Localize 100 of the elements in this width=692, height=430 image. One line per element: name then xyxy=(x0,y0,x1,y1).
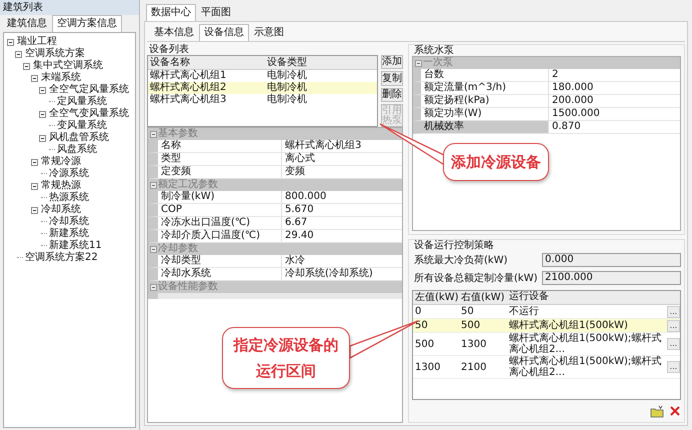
ellipsis-button[interactable]: ... xyxy=(667,320,680,332)
tab[interactable]: 基本信息 xyxy=(149,24,199,41)
property-value[interactable]: 29.40 xyxy=(282,230,402,242)
property-name: 冷却类型 xyxy=(158,255,282,267)
column-header[interactable]: 设备类型 xyxy=(265,56,377,69)
tree-item[interactable]: 瑞业工程 xyxy=(17,36,57,48)
tree-item[interactable]: 冷却系统 xyxy=(41,204,81,216)
collapse-icon[interactable] xyxy=(31,182,39,190)
property-name: 定变频 xyxy=(158,166,282,178)
property-name: COP xyxy=(158,204,282,216)
tree-item[interactable]: 新建系统11 xyxy=(49,240,102,252)
property-name: 类型 xyxy=(158,153,282,165)
tree-item[interactable]: 变风量系统 xyxy=(57,120,107,132)
table-row[interactable]: 螺杆式离心机组1 电制冷机 xyxy=(148,70,377,82)
property-name[interactable]: 额定功率(W) xyxy=(421,108,549,120)
collapse-icon[interactable] xyxy=(39,86,47,94)
action-button[interactable]: 添加 xyxy=(381,55,403,70)
collapse-icon[interactable] xyxy=(7,38,15,46)
property-value[interactable]: 离心式 xyxy=(282,153,402,165)
ellipsis-button[interactable]: ... xyxy=(667,361,680,373)
collapse-icon[interactable] xyxy=(39,110,47,118)
column-header[interactable]: 运行设备 xyxy=(507,291,680,304)
tree-item[interactable]: 全空气变风量系统 xyxy=(49,108,129,120)
action-button[interactable]: 复制 xyxy=(381,71,403,86)
tree-item[interactable]: 冷源系统 xyxy=(49,168,89,180)
property-value[interactable]: 5.670 xyxy=(282,204,402,216)
group-title: 设备运行控制策略 xyxy=(413,240,495,251)
property-name[interactable]: 机械效率 xyxy=(421,121,549,133)
delete-icon[interactable] xyxy=(669,405,681,417)
table-cell-text: 螺杆式离心机组2 xyxy=(149,82,228,94)
field-label: 所有设备总额定制冷量(kW) xyxy=(413,272,538,285)
tree-item[interactable]: 集中式空调系统 xyxy=(33,60,103,72)
column-header[interactable]: 左值(kW) xyxy=(413,291,459,304)
tree-item[interactable]: 空调系统方案 xyxy=(25,48,85,60)
property-name: 制冷量(kW) xyxy=(158,191,282,203)
property-value[interactable]: 2 xyxy=(549,69,680,81)
property-value[interactable]: 180.000 xyxy=(549,82,680,94)
property-value[interactable]: 1500.000 xyxy=(549,108,680,120)
property-name: 冷却水系统 xyxy=(158,268,282,280)
tree-item[interactable]: 热源系统 xyxy=(49,192,89,204)
property-value[interactable]: 变频 xyxy=(282,166,402,178)
property-value[interactable]: 冷却系统(冷却系统) xyxy=(282,268,402,280)
table-cell-text: 不运行 xyxy=(508,306,540,317)
table-cell-text: 螺杆式离心机组1(500kW);螺杆式离心机组2... xyxy=(508,333,662,355)
collapse-icon[interactable] xyxy=(31,206,39,214)
folder-icon[interactable] xyxy=(650,405,664,418)
table-cell-text: 电制冷机 xyxy=(266,70,308,82)
tree-item[interactable]: 风盘系统 xyxy=(57,144,97,156)
property-value[interactable]: 0.870 xyxy=(549,121,680,133)
table-cell-text: 500 xyxy=(460,319,482,332)
tab[interactable]: 建筑信息 xyxy=(2,15,52,32)
tab[interactable]: 空调方案信息 xyxy=(52,15,122,32)
tree-item[interactable]: 空调系统方案22 xyxy=(25,252,98,264)
input-field[interactable]: 2100.000 xyxy=(542,271,681,285)
ellipsis-button[interactable]: ... xyxy=(667,338,680,350)
property-name[interactable]: 额定扬程(kPa) xyxy=(421,95,549,107)
table-cell-text: 螺杆式离心机组1(500kW);螺杆式离心机组2... xyxy=(508,356,662,378)
property-name[interactable]: 额定流量(m^3/h) xyxy=(421,82,549,94)
property-name: 冷却介质入口温度(℃) xyxy=(158,230,282,242)
ellipsis-button[interactable]: ... xyxy=(667,306,680,318)
tree-item[interactable]: 全空气定风量系统 xyxy=(49,84,129,96)
tab[interactable]: 设备信息 xyxy=(199,24,249,41)
tab[interactable]: 平面图 xyxy=(196,4,236,21)
property-name: 冷冻水出口温度(℃) xyxy=(158,217,282,229)
property-name[interactable]: 台数 xyxy=(421,69,549,81)
collapse-icon[interactable] xyxy=(31,74,39,82)
field-label: 系统最大冷负荷(kW) xyxy=(413,254,508,267)
collapse-icon[interactable] xyxy=(23,62,31,70)
tree-item[interactable]: 末端系统 xyxy=(41,72,81,84)
collapse-icon[interactable] xyxy=(31,158,39,166)
group-header: 基本参数 xyxy=(158,128,198,140)
group-title: 系统水泵 xyxy=(413,45,455,56)
callout: 添加冷源设备 xyxy=(443,143,549,181)
action-button[interactable]: 删除 xyxy=(381,88,403,102)
tree-item[interactable]: 冷却系统 xyxy=(49,216,89,228)
tree-item[interactable]: 定风量系统 xyxy=(57,96,107,108)
property-value[interactable]: 6.67 xyxy=(282,217,402,229)
property-value[interactable]: 螺杆式离心机组3 xyxy=(282,140,402,152)
tab[interactable]: 示意图 xyxy=(249,24,289,41)
tree-item[interactable]: 风机盘管系统 xyxy=(49,132,109,144)
input-field[interactable]: 0.000 xyxy=(542,253,681,267)
column-header[interactable]: 右值(kW) xyxy=(459,291,507,304)
column-header[interactable]: 设备名称 xyxy=(148,56,265,69)
property-name: 名称 xyxy=(158,140,282,152)
table-row[interactable]: 螺杆式离心机组3 电制冷机 xyxy=(148,94,377,106)
table-cell-text: 螺杆式离心机组3 xyxy=(149,94,228,106)
table-cell-text: 500 xyxy=(414,338,436,350)
table-cell-text: 50 xyxy=(460,305,475,318)
group-header: 冷却参数 xyxy=(158,243,198,254)
collapse-icon[interactable] xyxy=(39,134,47,142)
tree-item[interactable]: 常规热源 xyxy=(41,180,81,192)
table-row[interactable]: 螺杆式离心机组2 电制冷机 xyxy=(148,82,377,94)
property-value[interactable]: 水冷 xyxy=(282,255,402,267)
group-header: 设备性能参数 xyxy=(158,281,218,293)
tab[interactable]: 数据中心 xyxy=(146,4,196,21)
property-value[interactable]: 200.000 xyxy=(549,95,680,107)
property-value[interactable]: 800.000 xyxy=(282,191,402,203)
tree-item[interactable]: 新建系统 xyxy=(49,228,89,240)
tree-item[interactable]: 常规冷源 xyxy=(41,156,81,168)
collapse-icon[interactable] xyxy=(15,50,23,58)
